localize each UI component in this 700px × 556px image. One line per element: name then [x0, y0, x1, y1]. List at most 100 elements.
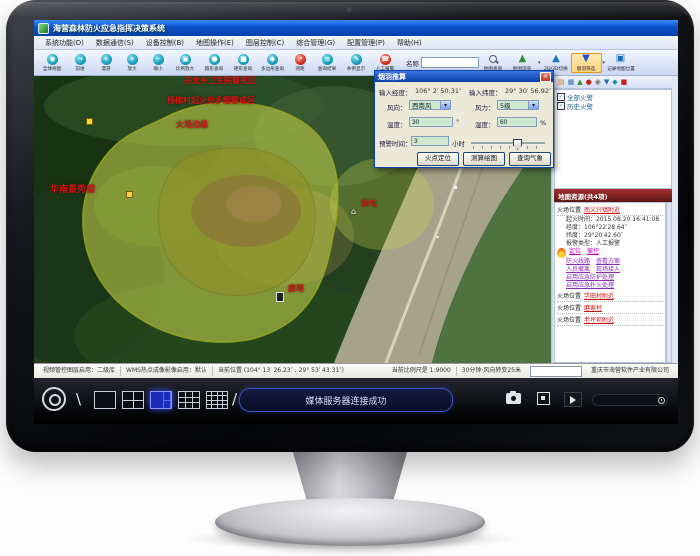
- menu-item-data[interactable]: 数据通信(S): [91, 37, 139, 49]
- poly-query-icon: ◆: [267, 54, 278, 65]
- status-bar: 视频管控图层启用：二级库 WMS热点成像影像启用：默认 当前位置 (104° 1…: [34, 363, 678, 378]
- checkbox-checked-icon[interactable]: ✓: [557, 102, 565, 110]
- incident-row[interactable]: 火场位置 老坪坝附近: [557, 314, 663, 326]
- menu-item-manage[interactable]: 综合管理(G): [291, 37, 340, 49]
- window-titlebar: 海营森林防火应急指挥决策系统: [34, 20, 678, 36]
- toolbar-button-globe[interactable]: ◉ 全球视图: [38, 54, 67, 72]
- warn-time-unit: 小时: [452, 138, 465, 148]
- fireline-link[interactable]: 防火线路: [566, 258, 590, 265]
- humidity-input[interactable]: [497, 117, 537, 127]
- toolbar-button-plume-filter[interactable]: ▼ 烟羽筛选: [571, 53, 602, 73]
- target-icon[interactable]: ◉: [595, 79, 601, 86]
- terrain-icon[interactable]: ▲: [577, 79, 582, 86]
- menu-item-map[interactable]: 地图操作(E): [191, 37, 239, 49]
- toolbar-button-measure[interactable]: ↗ 测距: [287, 54, 313, 72]
- toolbar-button-zoom-in[interactable]: + 放大: [119, 54, 145, 72]
- toolbar-button-annotate[interactable]: ✎ 条例显示: [342, 54, 371, 72]
- wind-dir-select[interactable]: 西南风 ▾: [409, 100, 451, 110]
- plume-dialog-title: 烟羽推算: [378, 72, 540, 82]
- warn-time-label: 预警时间：: [379, 138, 412, 148]
- plume-dialog-titlebar[interactable]: 烟羽推算 ×: [375, 71, 553, 82]
- incident-row[interactable]: 火场位置 磨家村: [557, 302, 663, 314]
- grid-icon[interactable]: ▦: [568, 79, 575, 86]
- toolbar-button-rect-query[interactable]: ■ 矩形查询: [229, 54, 258, 72]
- layer-tree: ✓ 全部火警 ✓ 历史火警: [554, 89, 672, 189]
- panel-scrollbar[interactable]: [666, 202, 672, 363]
- status-video-layer: 视频管控图层启用：二级库: [38, 366, 121, 376]
- layers-icon[interactable]: ▤: [558, 79, 565, 86]
- alert-dot-icon[interactable]: ●: [586, 79, 592, 86]
- checkbox-checked-icon[interactable]: ✓: [557, 93, 565, 101]
- temp-input[interactable]: [409, 117, 453, 127]
- toolbar-button-zoom-out[interactable]: − 缩小: [145, 54, 171, 72]
- protect-link[interactable]: 启用应急防护处理: [566, 274, 614, 281]
- chevron-down-icon[interactable]: ▾: [528, 101, 538, 109]
- toolbar-button-map-browse[interactable]: ▲ 地图浏览: [508, 54, 537, 72]
- wind-force-select[interactable]: 5级 ▾: [497, 100, 539, 110]
- evacuate-link[interactable]: 人员撤离: [566, 266, 590, 273]
- layout-16-button[interactable]: [206, 391, 228, 409]
- layout-1-button[interactable]: [94, 391, 116, 409]
- warn-time-input[interactable]: [411, 136, 449, 146]
- measure-icon: ↗: [295, 54, 306, 65]
- toolbar-button-circle-query[interactable]: ● 圆形查询: [200, 54, 229, 72]
- toolbar-button-2d3d-switch[interactable]: ▲ 2D/3D切换: [542, 54, 571, 72]
- toolbar-button-alarm[interactable]: ☎ 人工报警: [371, 54, 400, 72]
- circle-query-icon: ●: [209, 54, 220, 65]
- layout-6-button-selected[interactable]: [150, 391, 172, 409]
- chevron-down-icon[interactable]: ▾: [603, 60, 606, 66]
- toolbar-button-poly-query[interactable]: ◆ 多边形查询: [258, 54, 287, 72]
- menu-item-config[interactable]: 配置管理(P): [342, 37, 390, 49]
- layer-tree-item-history-fires[interactable]: ✓ 历史火警: [557, 101, 669, 110]
- chevron-down-icon[interactable]: ▾: [538, 60, 541, 66]
- incident-time: 起火时间：2015.08.20 16:41:08: [557, 216, 663, 224]
- layout-9-button[interactable]: [178, 391, 200, 409]
- dismiss-link[interactable]: 撤控: [587, 248, 599, 255]
- play-icon[interactable]: [564, 392, 582, 407]
- camera-lens-icon[interactable]: [42, 387, 66, 411]
- name-label: 名称: [406, 58, 419, 68]
- toolbar-button-pan[interactable]: + 漫游: [93, 54, 119, 72]
- toolbar-button-map-query[interactable]: 地图查询: [479, 54, 508, 72]
- warn-time-slider[interactable]: [471, 139, 545, 149]
- timeline-bar[interactable]: [592, 394, 668, 406]
- close-icon[interactable]: ×: [540, 72, 551, 82]
- clock-icon: [658, 397, 665, 404]
- fire-flag-icon[interactable]: ■: [621, 79, 628, 86]
- house-icon: ⌂: [351, 207, 356, 216]
- locate-fire-button[interactable]: 火点定位: [417, 152, 459, 166]
- incident-row[interactable]: 火场位置 南义兴镇附近: [557, 204, 663, 216]
- status-scale: 当前比例尺是 1:9000: [387, 366, 457, 376]
- scene-link[interactable]: 现场接入: [596, 266, 620, 273]
- filter-icon[interactable]: ▼: [604, 79, 609, 86]
- results-icon: ≡: [322, 54, 333, 65]
- status-input[interactable]: [530, 366, 582, 377]
- wind-force-label: 风力：: [475, 102, 495, 112]
- plan-link[interactable]: 查看方案: [596, 258, 620, 265]
- name-search-input[interactable]: [421, 57, 479, 68]
- snapshot-camera-icon[interactable]: [506, 393, 521, 404]
- monitor-stand-base: [215, 498, 485, 546]
- map-marker-icon: [126, 191, 133, 198]
- suppress-link[interactable]: 启用应急扑火处理: [566, 282, 614, 289]
- company-name: 重庆市海营软件产业有限公司: [586, 366, 674, 376]
- fullscreen-icon[interactable]: [537, 392, 550, 405]
- switch-3d-icon: ▲: [550, 54, 563, 65]
- incident-row[interactable]: 火场位置 学田村附近: [557, 290, 663, 302]
- menu-item-layer[interactable]: 图层控制(C): [241, 37, 289, 49]
- toolbar-button-results[interactable]: ≡ 查询结果: [313, 54, 342, 72]
- query-weather-button[interactable]: 查询气象: [509, 152, 551, 166]
- chevron-down-icon[interactable]: ▾: [440, 101, 450, 109]
- menu-item-help[interactable]: 帮助(H): [392, 37, 427, 49]
- toolbar-button-forward[interactable]: → 前进: [67, 54, 93, 72]
- locate-link[interactable]: 定位: [569, 248, 581, 255]
- layout-4-button[interactable]: [122, 391, 144, 409]
- map-label-landmark-west: 华南景秀楼: [50, 182, 95, 195]
- toolbar-button-record-position[interactable]: ▣ 记录地图位置: [606, 54, 635, 72]
- menu-item-system[interactable]: 系统功能(D): [40, 37, 89, 49]
- window-title: 海营森林防火应急指挥决策系统: [53, 23, 165, 34]
- compute-plot-button[interactable]: 测算绘图: [463, 152, 505, 166]
- marker-icon[interactable]: ◆: [612, 79, 617, 86]
- menu-item-device[interactable]: 设备控制(B): [141, 37, 189, 49]
- toolbar-button-scale-zoom[interactable]: ▣ 比例放大: [171, 54, 200, 72]
